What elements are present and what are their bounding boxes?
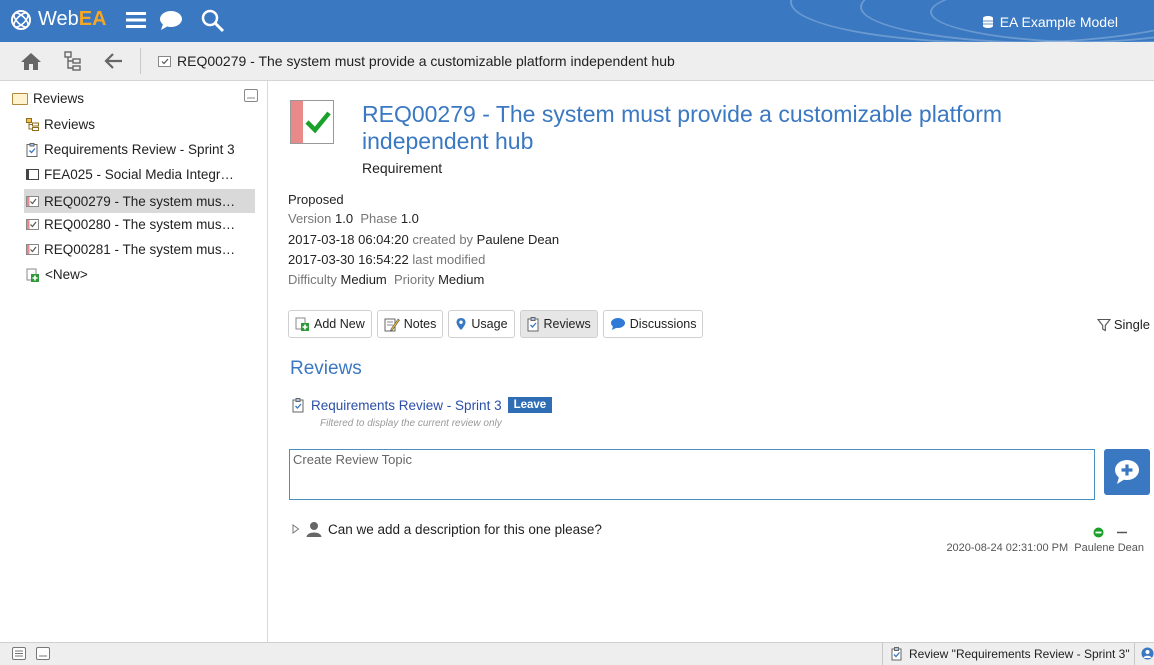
element-created: 2017-03-18 06:04:20 created by Paulene D…: [288, 232, 560, 247]
add-new-icon: [295, 317, 309, 331]
breadcrumb: REQ00279 - The system must provide a cus…: [158, 53, 675, 69]
globe-icon: [11, 9, 31, 30]
navigation-toolbar: REQ00279 - The system must provide a cus…: [0, 42, 1154, 81]
tree-item-req00280[interactable]: REQ00280 - The system mus…: [26, 217, 235, 232]
element-version-phase: Version 1.0 Phase 1.0: [288, 211, 419, 226]
review-topic-row[interactable]: Can we add a description for this one pl…: [292, 521, 602, 537]
new-item-icon: [26, 268, 39, 282]
tree-item-new[interactable]: <New>: [26, 267, 88, 282]
tree-item-reviews-diagram[interactable]: Reviews: [26, 117, 95, 132]
reviews-heading: Reviews: [290, 358, 362, 379]
toolbar-divider: [140, 48, 141, 74]
post-topic-button[interactable]: [1104, 449, 1150, 495]
requirement-icon: [26, 219, 39, 230]
topic-status-icon: [1093, 527, 1104, 538]
collapse-minus-icon[interactable]: [1116, 527, 1128, 538]
tree-item-req00281[interactable]: REQ00281 - The system mus…: [26, 242, 235, 257]
back-arrow-icon[interactable]: [104, 51, 124, 71]
requirement-status-icon: [290, 100, 334, 144]
chat-icon[interactable]: [158, 8, 184, 32]
tree-item-requirements-review[interactable]: Requirements Review - Sprint 3: [26, 142, 235, 157]
usage-button[interactable]: Usage: [448, 310, 515, 338]
requirement-icon: [26, 244, 39, 255]
user-icon: [306, 522, 322, 537]
element-modified: 2017-03-30 16:54:22 last modified: [288, 252, 486, 267]
model-name: EA Example Model: [999, 14, 1118, 30]
tree-item-req00279[interactable]: REQ00279 - The system mus…: [24, 189, 255, 213]
requirement-icon: [158, 55, 171, 67]
add-comment-icon: [1115, 460, 1139, 484]
review-icon: [292, 397, 304, 412]
review-icon: [891, 647, 902, 661]
element-title: REQ00279 - The system must provide a cus…: [362, 101, 1003, 154]
package-diagram-icon: [26, 118, 39, 131]
menu-icon[interactable]: [124, 8, 148, 32]
browser-tree-icon[interactable]: [63, 51, 83, 71]
model-selector[interactable]: EA Example Model: [982, 14, 1118, 30]
create-review-topic-input[interactable]: [289, 449, 1095, 500]
home-icon[interactable]: [20, 51, 42, 71]
breadcrumb-label: REQ00279 - The system must provide a cus…: [177, 53, 675, 69]
current-review-status[interactable]: Review "Requirements Review - Sprint 3": [882, 643, 1130, 665]
status-review-text: Review "Requirements Review - Sprint 3": [909, 647, 1130, 661]
review-icon: [527, 316, 539, 331]
checkmark-icon: [305, 111, 331, 134]
filter-icon: [1096, 318, 1111, 331]
location-pin-icon: [456, 318, 466, 330]
requirement-icon: [26, 195, 39, 207]
current-review: Requirements Review - Sprint 3 Leave: [292, 397, 553, 413]
filter-note: Filtered to display the current review o…: [320, 418, 502, 429]
panel-toggle-icon[interactable]: [244, 89, 258, 102]
topic-timestamp: 2020-08-24 02:31:00 PM: [946, 542, 1069, 554]
review-icon: [26, 142, 38, 157]
status-divider: [1134, 643, 1135, 665]
single-filter-toggle[interactable]: Single: [1096, 317, 1150, 332]
reviews-button[interactable]: Reviews: [519, 310, 598, 338]
user-badge-icon[interactable]: [1141, 647, 1154, 660]
discussion-bubble-icon: [610, 318, 625, 330]
tree-item-fea025[interactable]: FEA025 - Social Media Integr…: [26, 167, 234, 182]
leave-review-button[interactable]: Leave: [507, 397, 553, 413]
expand-arrow-icon[interactable]: [292, 524, 300, 534]
tree-root-reviews[interactable]: Reviews: [12, 91, 84, 106]
project-browser: Reviews Reviews Requirements Review - Sp…: [10, 81, 268, 642]
add-new-button[interactable]: Add New: [288, 310, 372, 338]
folder-icon: [12, 92, 28, 105]
feature-icon: [26, 169, 39, 180]
discussions-button[interactable]: Discussions: [602, 310, 704, 338]
notes-icon: [384, 318, 400, 331]
element-difficulty-priority: Difficulty Medium Priority Medium: [288, 272, 485, 287]
properties-panel-icon[interactable]: [36, 647, 50, 660]
database-icon: [982, 16, 993, 28]
list-view-icon[interactable]: [12, 647, 26, 660]
notes-button[interactable]: Notes: [376, 310, 444, 338]
search-icon[interactable]: [200, 8, 226, 34]
webea-logo[interactable]: WebEA: [10, 8, 107, 31]
topic-meta: 2020-08-24 02:31:00 PM Paulene Dean: [946, 542, 1144, 554]
status-bar: Review "Requirements Review - Sprint 3": [0, 642, 1154, 665]
feature-button-row: Add New Notes Usage Reviews Discussions: [288, 310, 704, 338]
element-status: Proposed: [288, 192, 344, 207]
topic-text: Can we add a description for this one pl…: [328, 521, 602, 537]
topic-author: Paulene Dean: [1074, 542, 1144, 554]
element-type: Requirement: [362, 160, 443, 176]
element-properties-panel: REQ00279 - The system must provide a cus…: [268, 81, 1154, 642]
app-header: WebEA EA Example Model: [0, 0, 1154, 42]
review-name-link[interactable]: Requirements Review - Sprint 3: [311, 398, 502, 413]
